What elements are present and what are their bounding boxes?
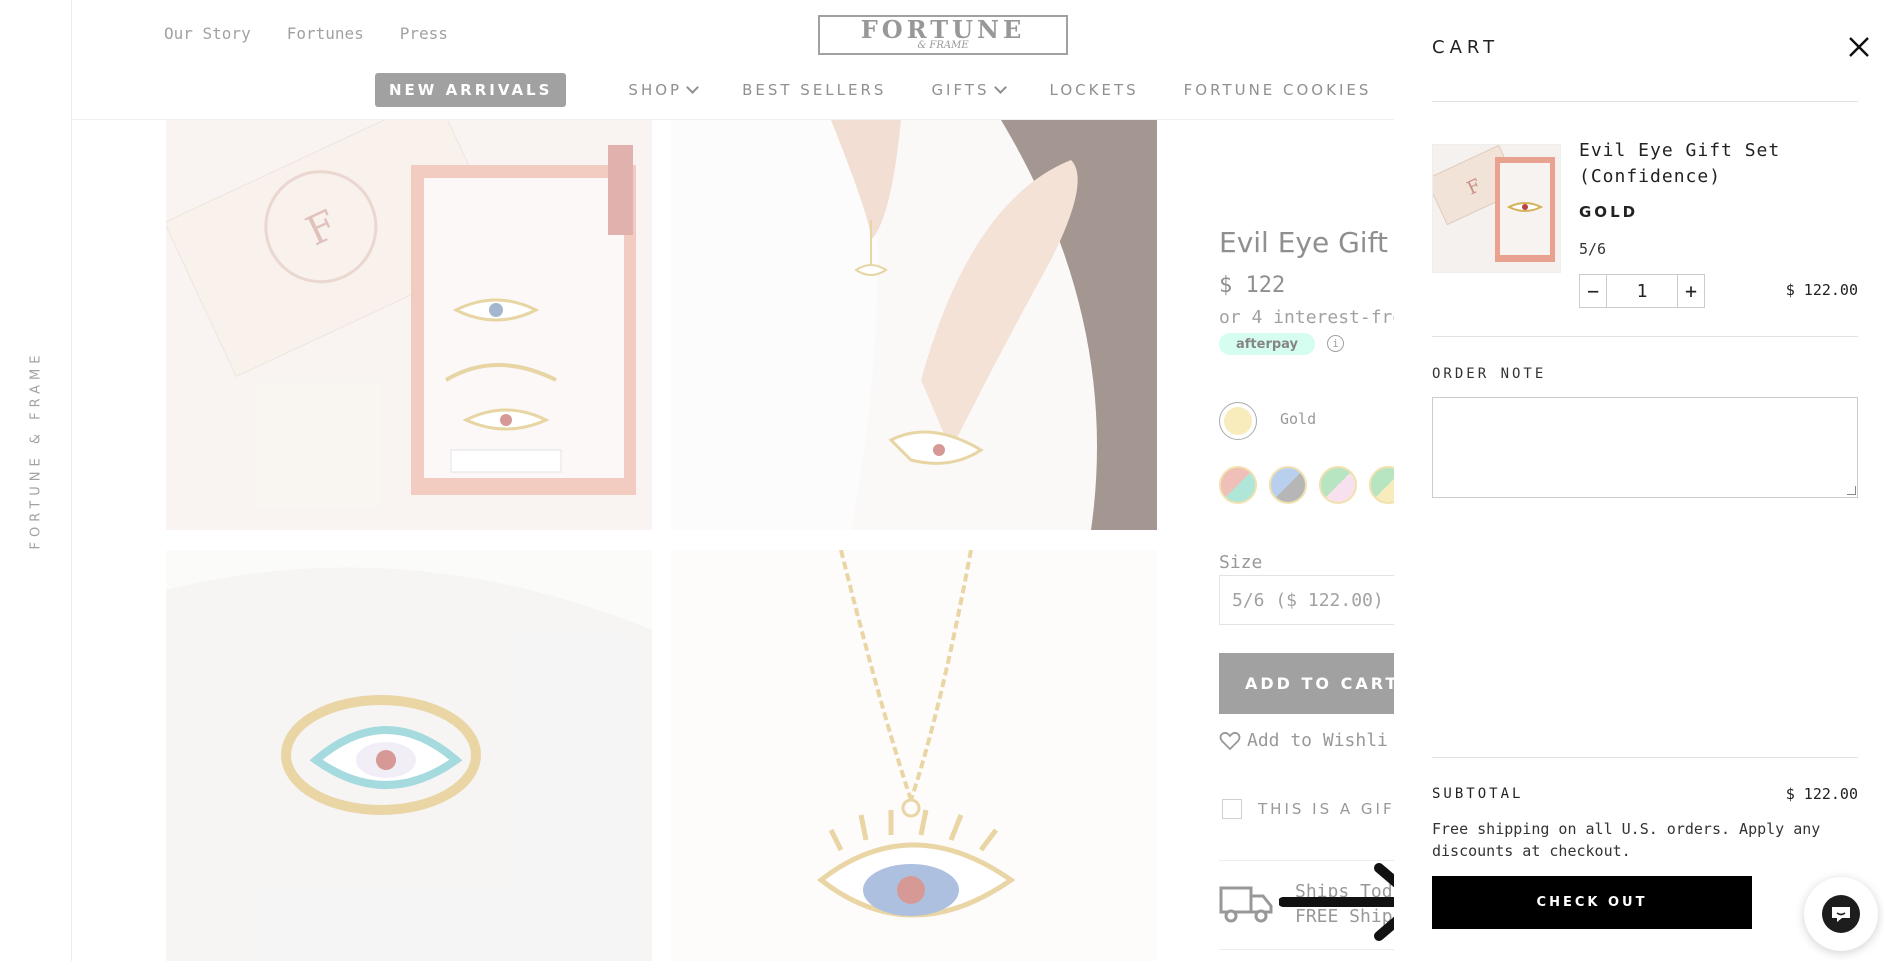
chat-widget-button[interactable] (1804, 877, 1878, 951)
cart-item-name[interactable]: Evil Eye Gift Set (Confidence) (1579, 138, 1819, 190)
page-dim-overlay[interactable] (0, 0, 1394, 961)
cart-item-price: $ 122.00 (1785, 281, 1858, 299)
divider (1432, 101, 1858, 102)
close-icon[interactable] (1848, 36, 1870, 58)
subtotal-value: $ 122.00 (1785, 785, 1858, 803)
chat-icon (1822, 895, 1860, 933)
cart-item-size: 5/6 (1579, 240, 1607, 258)
resize-grip-icon[interactable] (1847, 486, 1856, 495)
cart-item-thumbnail[interactable]: F (1432, 144, 1561, 273)
cart-drawer: CART F Evil Eye Gift Set (Confidence) GO… (1394, 0, 1884, 961)
order-note-input[interactable] (1432, 397, 1858, 498)
increase-quantity-button[interactable]: + (1678, 275, 1704, 307)
subtotal-label: SUBTOTAL (1432, 786, 1524, 802)
divider (1432, 757, 1858, 758)
order-note-label: ORDER NOTE (1432, 366, 1547, 382)
cart-item-variant: GOLD (1579, 203, 1639, 221)
cart-title: CART (1432, 37, 1500, 58)
quantity-stepper: − 1 + (1579, 274, 1705, 308)
checkout-button[interactable]: CHECK OUT (1432, 876, 1752, 929)
decrease-quantity-button[interactable]: − (1580, 275, 1606, 307)
divider (1432, 336, 1858, 337)
quantity-input[interactable]: 1 (1606, 275, 1678, 307)
shipping-note: Free shipping on all U.S. orders. Apply … (1432, 820, 1821, 860)
